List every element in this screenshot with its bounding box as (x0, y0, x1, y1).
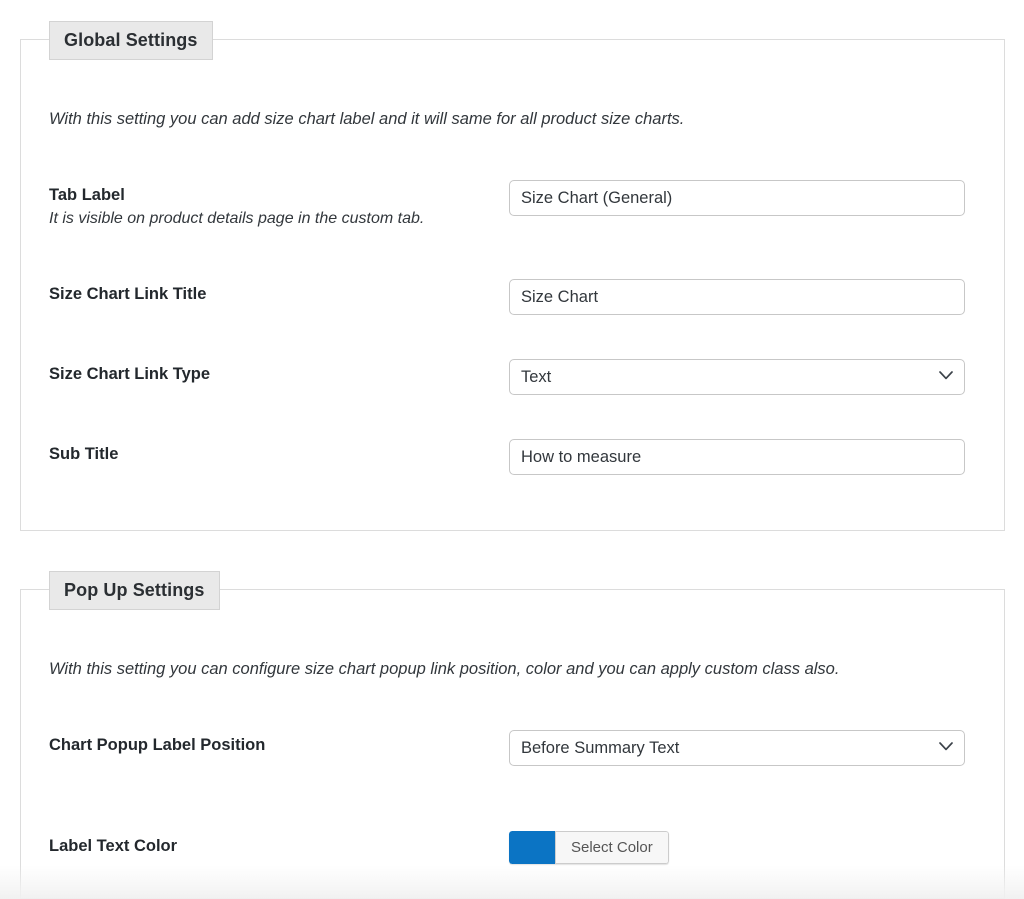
chart-popup-label-position-select-wrap: Before Summary Text (509, 730, 965, 766)
label-col-label-text-color: Label Text Color (49, 831, 509, 857)
form-row-sub-title: Sub Title (49, 439, 976, 475)
size-chart-link-type-select[interactable]: Text (509, 359, 965, 395)
form-row-tab-label: Tab Label It is visible on product detai… (49, 180, 976, 230)
section-legend-global-settings: Global Settings (49, 21, 213, 60)
field-hint-tab-label: It is visible on product details page in… (49, 210, 425, 227)
form-row-size-chart-link-title: Size Chart Link Title (49, 279, 976, 315)
section-legend-popup-settings: Pop Up Settings (49, 571, 220, 610)
form-row-chart-popup-label-position: Chart Popup Label Position Before Summar… (49, 730, 976, 766)
label-text-color-picker[interactable]: Select Color (509, 831, 669, 864)
control-col-label-text-color: Select Color (509, 831, 976, 869)
section-global-settings: Global Settings With this setting you ca… (20, 21, 1005, 531)
color-swatch[interactable] (509, 831, 555, 864)
control-col-size-chart-link-type: Text (509, 359, 976, 395)
label-col-chart-popup-label-position: Chart Popup Label Position (49, 730, 509, 756)
field-label-size-chart-link-type: Size Chart Link Type (49, 365, 211, 383)
label-col-sub-title: Sub Title (49, 439, 509, 465)
sub-title-input[interactable] (509, 439, 965, 475)
settings-page: Global Settings With this setting you ca… (0, 0, 1024, 899)
section-popup-settings: Pop Up Settings With this setting you ca… (20, 571, 1005, 899)
control-col-chart-popup-label-position: Before Summary Text (509, 730, 976, 766)
chart-popup-label-position-select[interactable]: Before Summary Text (509, 730, 965, 766)
control-col-sub-title (509, 439, 976, 475)
select-color-button[interactable]: Select Color (555, 831, 669, 864)
form-row-label-text-color: Label Text Color Select Color (49, 831, 976, 869)
control-col-tab-label (509, 180, 976, 216)
label-col-size-chart-link-type: Size Chart Link Type (49, 359, 509, 385)
label-col-tab-label: Tab Label It is visible on product detai… (49, 180, 509, 230)
label-col-size-chart-link-title: Size Chart Link Title (49, 279, 509, 305)
size-chart-link-title-input[interactable] (509, 279, 965, 315)
section-description-popup-settings: With this setting you can configure size… (49, 660, 840, 678)
field-label-sub-title: Sub Title (49, 445, 119, 463)
form-row-size-chart-link-type: Size Chart Link Type Text (49, 359, 976, 395)
field-label-tab-label: Tab Label (49, 186, 125, 204)
control-col-size-chart-link-title (509, 279, 976, 315)
tab-label-input[interactable] (509, 180, 965, 216)
field-label-label-text-color: Label Text Color (49, 837, 178, 855)
size-chart-link-type-select-wrap: Text (509, 359, 965, 395)
field-label-size-chart-link-title: Size Chart Link Title (49, 285, 207, 303)
field-label-chart-popup-label-position: Chart Popup Label Position (49, 736, 266, 754)
section-description-global-settings: With this setting you can add size chart… (49, 110, 685, 128)
